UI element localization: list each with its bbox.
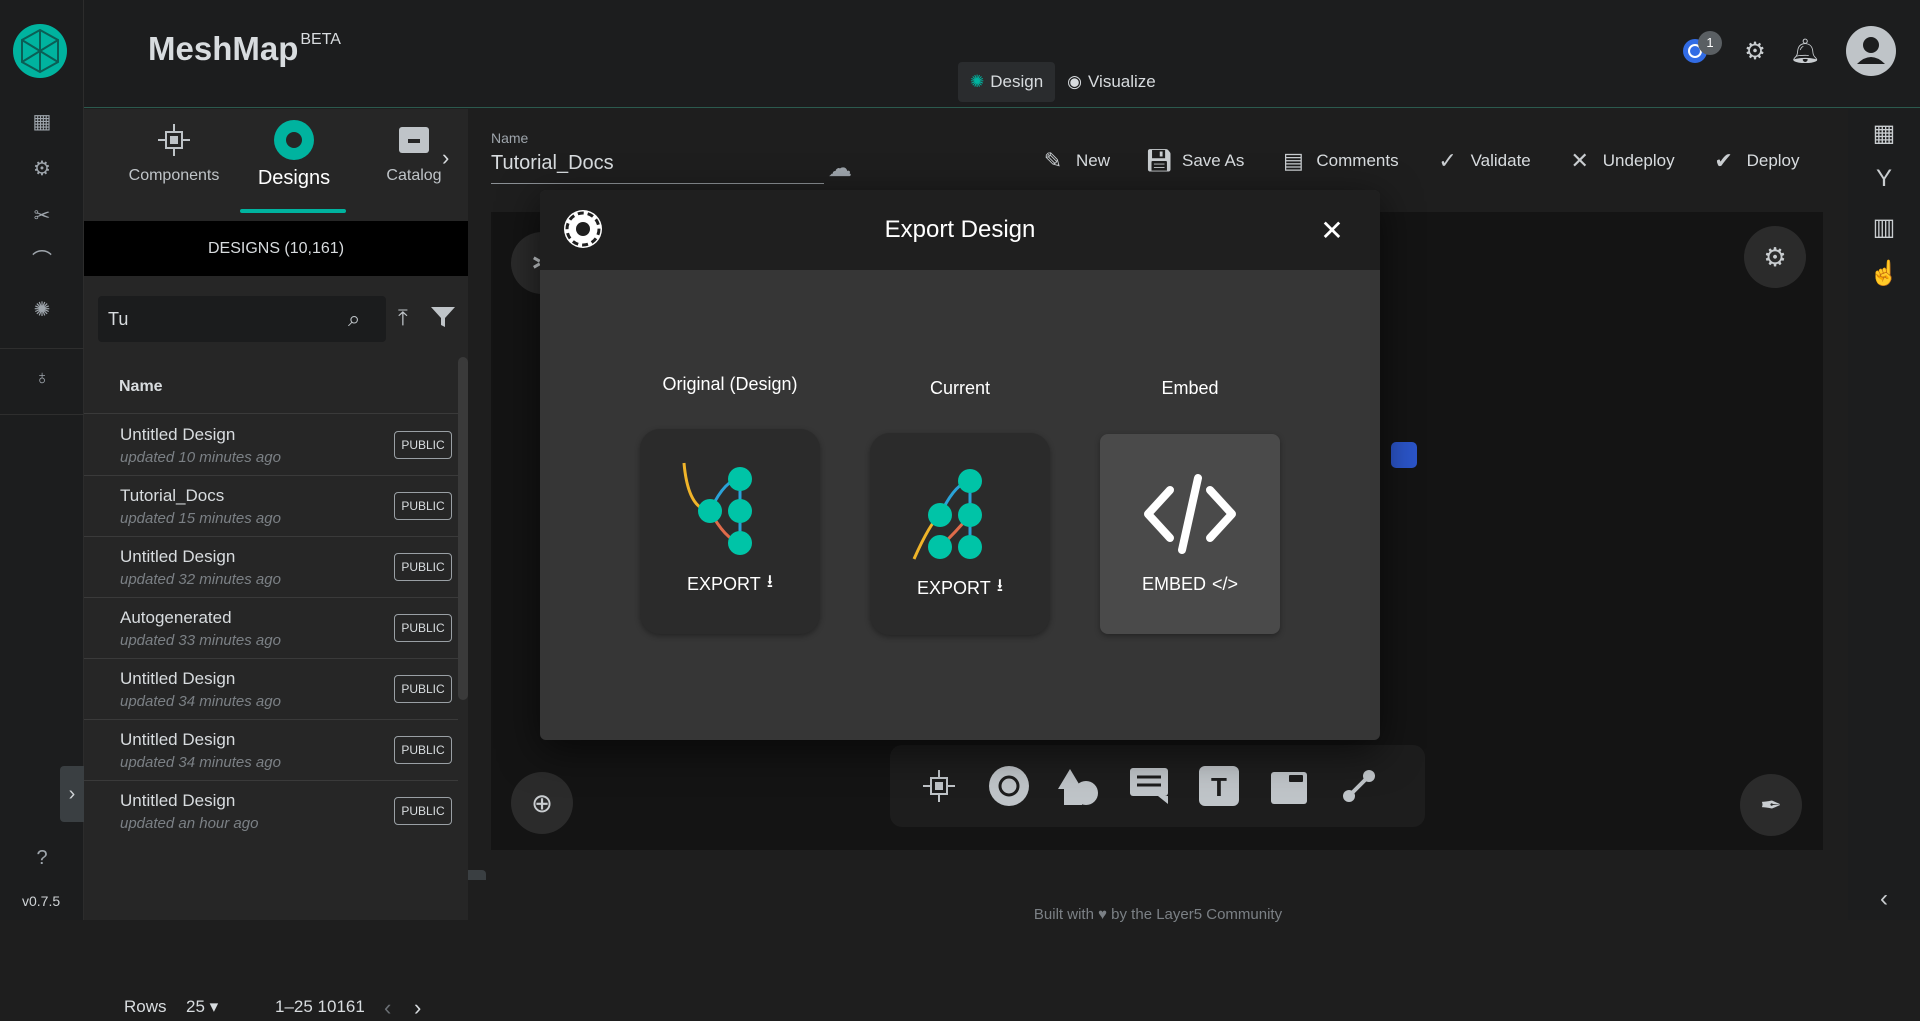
download-icon: ⭳	[766, 571, 773, 591]
embed-label: EMBED	[1141, 574, 1206, 594]
rows-per-page-label: Rows	[124, 997, 167, 1016]
current-graph-icon	[912, 469, 982, 560]
rows-per-page-value: 25	[186, 997, 205, 1016]
code-icon: </>	[1211, 574, 1239, 594]
export-action: EXPORT ⭳	[640, 569, 820, 599]
export-action: EXPORT ⭳	[870, 573, 1050, 603]
modal-title: Export Design	[884, 216, 1036, 243]
modal-header: Export Design ✕	[540, 190, 1380, 270]
code-brackets-icon	[1144, 474, 1236, 554]
export-original-button[interactable]: EXPORT ⭳	[640, 429, 820, 634]
option-caption: Current	[929, 378, 991, 398]
page-range: 1–25 10161	[275, 997, 365, 1016]
embed-action: EMBED </>	[1100, 574, 1280, 595]
prev-page-icon[interactable]: ‹	[384, 995, 391, 1021]
rows-per-page-select[interactable]: 25 ▾	[186, 997, 218, 1017]
design-graph-icon	[682, 462, 752, 555]
modal-overlay: Export Design ✕ Original (Design) EXPORT…	[0, 0, 1920, 920]
download-icon: ⭳	[996, 575, 1003, 595]
option-caption: Embed	[1161, 378, 1219, 398]
next-page-icon[interactable]: ›	[414, 995, 421, 1021]
export-design-modal: Export Design ✕ Original (Design) EXPORT…	[540, 190, 1380, 740]
dropdown-caret-icon: ▾	[209, 997, 219, 1016]
embed-button[interactable]: EMBED </>	[1100, 434, 1280, 634]
close-icon[interactable]: ✕	[1316, 214, 1348, 246]
option-caption: Original (Design)	[662, 374, 798, 394]
export-current-button[interactable]: EXPORT ⭳	[870, 433, 1050, 635]
export-label: EXPORT	[687, 573, 761, 594]
export-label: EXPORT	[917, 577, 991, 598]
